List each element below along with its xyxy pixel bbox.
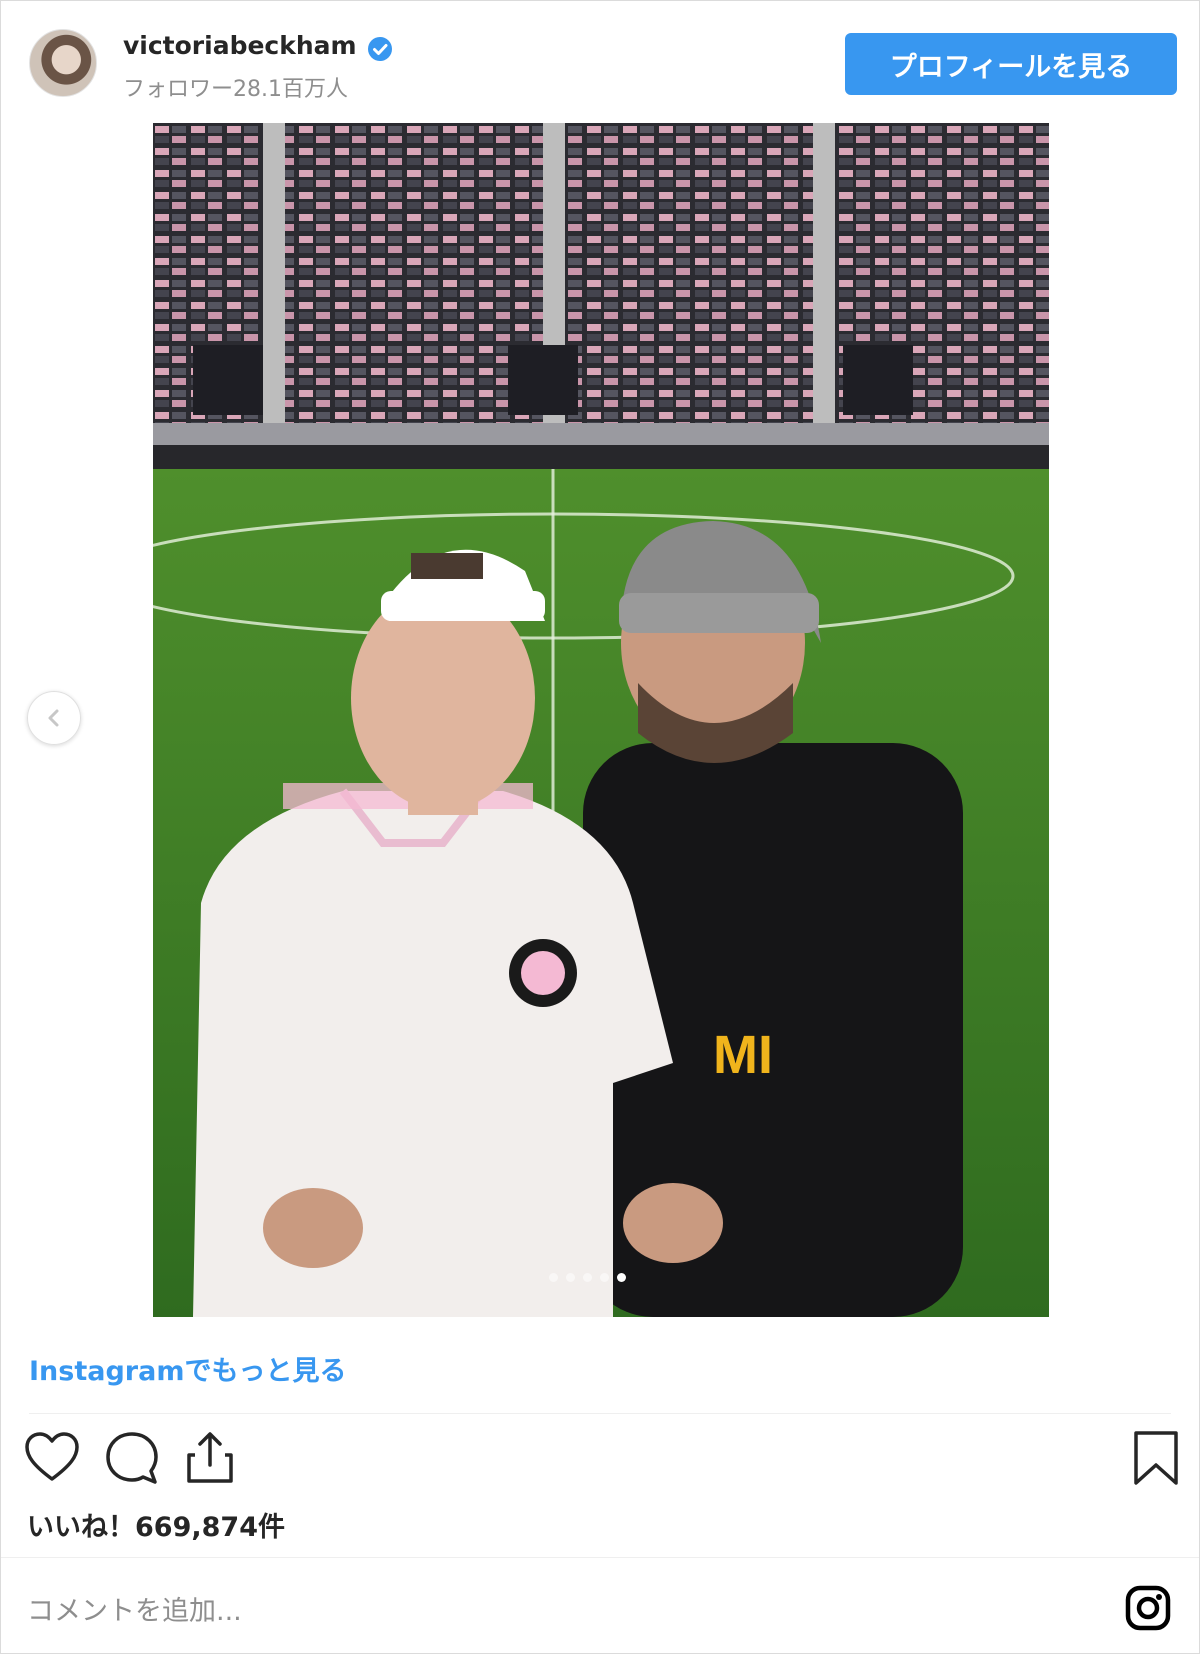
like-count[interactable]: いいね！669,874件	[27, 1505, 285, 1544]
instagram-logo-icon[interactable]	[1125, 1585, 1171, 1631]
verified-badge-icon	[368, 37, 392, 61]
chevron-left-icon	[48, 709, 59, 727]
add-comment-field[interactable]: コメントを追加...	[27, 1589, 242, 1628]
carousel-dot	[549, 1273, 558, 1282]
svg-text:MI: MI	[713, 1025, 773, 1085]
post-image[interactable]: MI	[153, 123, 1049, 1317]
view-more-on-instagram-link[interactable]: Instagramでもっと見る	[29, 1349, 346, 1388]
bookmark-icon[interactable]	[1127, 1429, 1185, 1487]
divider	[1, 1557, 1199, 1558]
follower-count: フォロワー28.1百万人	[123, 77, 348, 102]
carousel-dot	[583, 1273, 592, 1282]
share-icon[interactable]	[181, 1429, 239, 1487]
divider	[29, 1413, 1171, 1414]
heart-icon[interactable]	[23, 1429, 81, 1487]
carousel-dot-active	[617, 1273, 626, 1282]
comment-icon[interactable]	[103, 1429, 161, 1487]
previous-slide-button[interactable]	[27, 691, 81, 745]
carousel-dot	[566, 1273, 575, 1282]
avatar[interactable]	[29, 29, 97, 97]
view-profile-button[interactable]: プロフィールを見る	[845, 33, 1177, 95]
post-header: victoriabeckham フォロワー28.1百万人 プロフィールを見る	[1, 1, 1199, 121]
instagram-embed-card: victoriabeckham フォロワー28.1百万人 プロフィールを見る M…	[0, 0, 1200, 1654]
carousel-dot	[600, 1273, 609, 1282]
action-bar	[1, 1429, 1199, 1501]
carousel-indicator	[549, 1273, 626, 1282]
username-link[interactable]: victoriabeckham	[123, 31, 357, 60]
